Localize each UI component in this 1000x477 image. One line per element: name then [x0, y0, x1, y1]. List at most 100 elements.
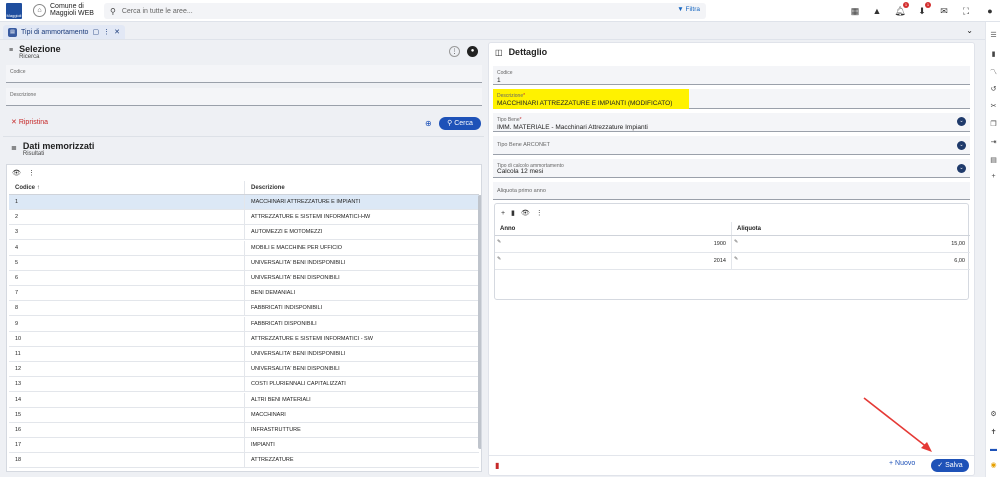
warning-icon[interactable]: ▲	[871, 5, 883, 17]
column-header-aliquota[interactable]: Aliquota	[732, 222, 970, 235]
sort-asc-icon: ↑	[36, 185, 40, 191]
cell-anno[interactable]: ✎ 2014	[495, 253, 732, 269]
column-header-anno[interactable]: Anno	[495, 222, 732, 235]
table-row[interactable]: 2 ATTREZZATURE E SISTEMI INFORMATICI-HW	[9, 210, 479, 226]
chevron-down-icon[interactable]: ⌄	[966, 26, 973, 35]
cell-codice: 10	[9, 331, 245, 346]
fullscreen-icon[interactable]: ⛶	[960, 5, 972, 17]
codice-field[interactable]: Codice 1	[493, 66, 970, 85]
grid-header: Codice ↑ Descrizione	[9, 181, 479, 195]
delete-icon[interactable]: ▮	[495, 461, 499, 470]
table-row[interactable]: 6 UNIVERSALITA' BENI DISPONIBILI	[9, 271, 479, 286]
close-tab-icon[interactable]: ✕	[114, 28, 120, 36]
table-row[interactable]: 10 ATTREZZATURE E SISTEMI INFORMATICI - S…	[9, 331, 479, 347]
apps-grid-icon[interactable]: ▦	[849, 5, 861, 17]
cell-descrizione: ATTREZZATURE E SISTEMI INFORMATICI-HW	[251, 214, 371, 221]
chat-icon[interactable]: ▬	[989, 445, 998, 454]
tipo-bene-arconet-field[interactable]: Tipo Bene ARCONET ⌄	[493, 136, 970, 155]
table-row[interactable]: ✎ 1900 ✎ 15,00	[495, 236, 970, 253]
help-icon[interactable]: ◉	[989, 461, 998, 470]
required-asterisk: *	[519, 117, 522, 123]
trend-icon[interactable]: 〽	[989, 68, 998, 77]
pin-icon[interactable]: ▢	[92, 28, 99, 36]
edit-pen-icon: ✎	[734, 239, 739, 245]
codice-search-field[interactable]: Codice	[6, 65, 482, 83]
salva-button[interactable]: ✓ Salva	[931, 459, 969, 472]
cell-codice: 14	[9, 392, 245, 407]
cerca-label: Cerca	[454, 120, 473, 127]
aliquota-primo-anno-field[interactable]: Aliquota primo anno	[493, 182, 970, 200]
chevron-down-icon[interactable]: ⌄	[957, 164, 966, 173]
more-options-button[interactable]: ⋮	[449, 46, 460, 57]
history-icon[interactable]: ↺	[989, 85, 998, 94]
table-row[interactable]: 17 IMPIANTI	[9, 438, 479, 454]
table-row[interactable]: 11 UNIVERSALITA' BENI INDISPONIBILI	[9, 347, 479, 362]
more-icon[interactable]: ⋮	[536, 210, 543, 217]
table-row[interactable]: 9 FABBRICATI DISPONIBILI	[9, 316, 479, 332]
column-header-descrizione[interactable]: Descrizione	[245, 181, 479, 194]
filter-list-icon: ≡	[9, 47, 14, 54]
dati-title: Dati memorizzati	[22, 141, 95, 151]
table-row[interactable]: 7 BENI DEMANIALI	[9, 286, 479, 302]
tipo-bene-field[interactable]: Tipo Bene* IMM. MATERIALE - Macchinari A…	[493, 113, 970, 132]
filter-button[interactable]: ▼ Filtra	[677, 6, 700, 13]
table-row[interactable]: 13 COSTI PLURIENNALI CAPITALIZZATI	[9, 377, 479, 393]
chevron-down-icon[interactable]: ⌄	[957, 141, 966, 150]
add-icon[interactable]: +	[501, 210, 505, 217]
cell-descrizione: COSTI PLURIENNALI CAPITALIZZATI	[251, 381, 346, 388]
column-header-codice[interactable]: Codice ↑	[9, 181, 245, 194]
bell-icon[interactable]: 🔔︎ 1	[894, 2, 909, 17]
clipboard-icon[interactable]: ❐	[989, 120, 998, 129]
tipo-bene-value: IMM. MATERIALE - Macchinari Attrezzature…	[497, 124, 648, 131]
mail-icon[interactable]: ✉	[938, 5, 950, 17]
eye-icon[interactable]: 👁︎	[521, 210, 530, 217]
table-row[interactable]: 12 UNIVERSALITA' BENI DISPONIBILI	[9, 362, 479, 378]
ripristina-button[interactable]: ✕ Ripristina	[11, 118, 48, 126]
eye-icon[interactable]: 👁︎	[12, 170, 21, 177]
tools-icon[interactable]: ✂	[989, 102, 998, 111]
app-logo[interactable]: Maggioli	[6, 3, 22, 19]
table-row[interactable]: 14 ALTRI BENI MATERIALI	[9, 392, 479, 408]
cell-anno[interactable]: ✎ 1900	[495, 236, 732, 252]
global-search-input[interactable]: ⚲ Cerca in tutte le aree... ▼ Filtra	[104, 3, 706, 19]
table-row[interactable]: 18 ATTREZZATURE	[9, 453, 479, 469]
collapse-button[interactable]: ●	[467, 46, 478, 57]
table-row[interactable]: ✎ 2014 ✎ 6,00	[495, 253, 970, 270]
nuovo-button[interactable]: + Nuovo	[889, 460, 915, 467]
table-row[interactable]: 3 AUTOMEZZI E MOTOMEZZI	[9, 225, 479, 241]
descrizione-field[interactable]: Descrizione* MACCHINARI ATTREZZATURE E I…	[493, 89, 970, 109]
user-avatar-icon[interactable]: ●	[984, 5, 996, 17]
more-icon[interactable]: ⋮	[103, 28, 110, 36]
table-row[interactable]: 5 UNIVERSALITA' BENI INDISPONIBILI	[9, 255, 479, 271]
table-row[interactable]: 8 FABBRICATI INDISPONIBILI	[9, 301, 479, 317]
table-row[interactable]: 15 MACCHINARI	[9, 407, 479, 423]
export-icon[interactable]: ⇥	[989, 138, 998, 147]
descrizione-search-field[interactable]: Descrizione	[6, 88, 482, 106]
cerca-button[interactable]: ⚲ Cerca	[439, 117, 481, 130]
trash-icon[interactable]: ▮	[511, 210, 515, 217]
table-row[interactable]: 16 INFRASTRUTTURE	[9, 423, 479, 438]
descrizione-value: MACCHINARI ATTREZZATURE E IMPIANTI (MODI…	[497, 100, 673, 107]
cell-aliquota[interactable]: ✎ 15,00	[732, 236, 970, 252]
accessibility-icon[interactable]: ✝	[989, 428, 998, 437]
table-row[interactable]: 4 MOBILI E MACCHINE PER UFFICIO	[9, 240, 479, 256]
cell-aliquota[interactable]: ✎ 6,00	[732, 253, 970, 269]
add-icon[interactable]: +	[989, 172, 998, 181]
more-icon[interactable]: ⋮	[28, 170, 35, 177]
cell-codice: 16	[9, 423, 245, 437]
tipo-calcolo-field[interactable]: Tipo di calcolo ammortamento Calcola 12 …	[493, 159, 970, 178]
aliquote-grid: + ▮ 👁︎ ⋮ Anno Aliquota ✎ 1900 ✎ 15,00 ✎ 2014 ✎…	[494, 203, 970, 300]
book-icon[interactable]: ▮	[989, 50, 998, 59]
table-row[interactable]: 1 MACCHINARI ATTREZZATURE E IMPIANTI	[9, 195, 479, 210]
tab-tipi-ammortamento[interactable]: ▤ Tipi di ammortamento ▢ ⋮ ✕	[3, 25, 125, 39]
institution-icon[interactable]: ⌂	[33, 4, 46, 17]
download-icon[interactable]: ⬇ 1	[916, 2, 931, 17]
zoom-search-icon[interactable]: ⊕	[425, 119, 432, 128]
gear-icon[interactable]: ⚙	[989, 410, 998, 419]
document-icon[interactable]: ▤	[989, 156, 998, 165]
list-settings-icon[interactable]: ☰	[989, 31, 998, 40]
vertical-scrollbar[interactable]	[478, 195, 481, 449]
module-icon: ▤	[8, 27, 17, 37]
dettaglio-title: Dettaglio	[508, 47, 548, 57]
chevron-down-icon[interactable]: ⌄	[957, 117, 966, 126]
